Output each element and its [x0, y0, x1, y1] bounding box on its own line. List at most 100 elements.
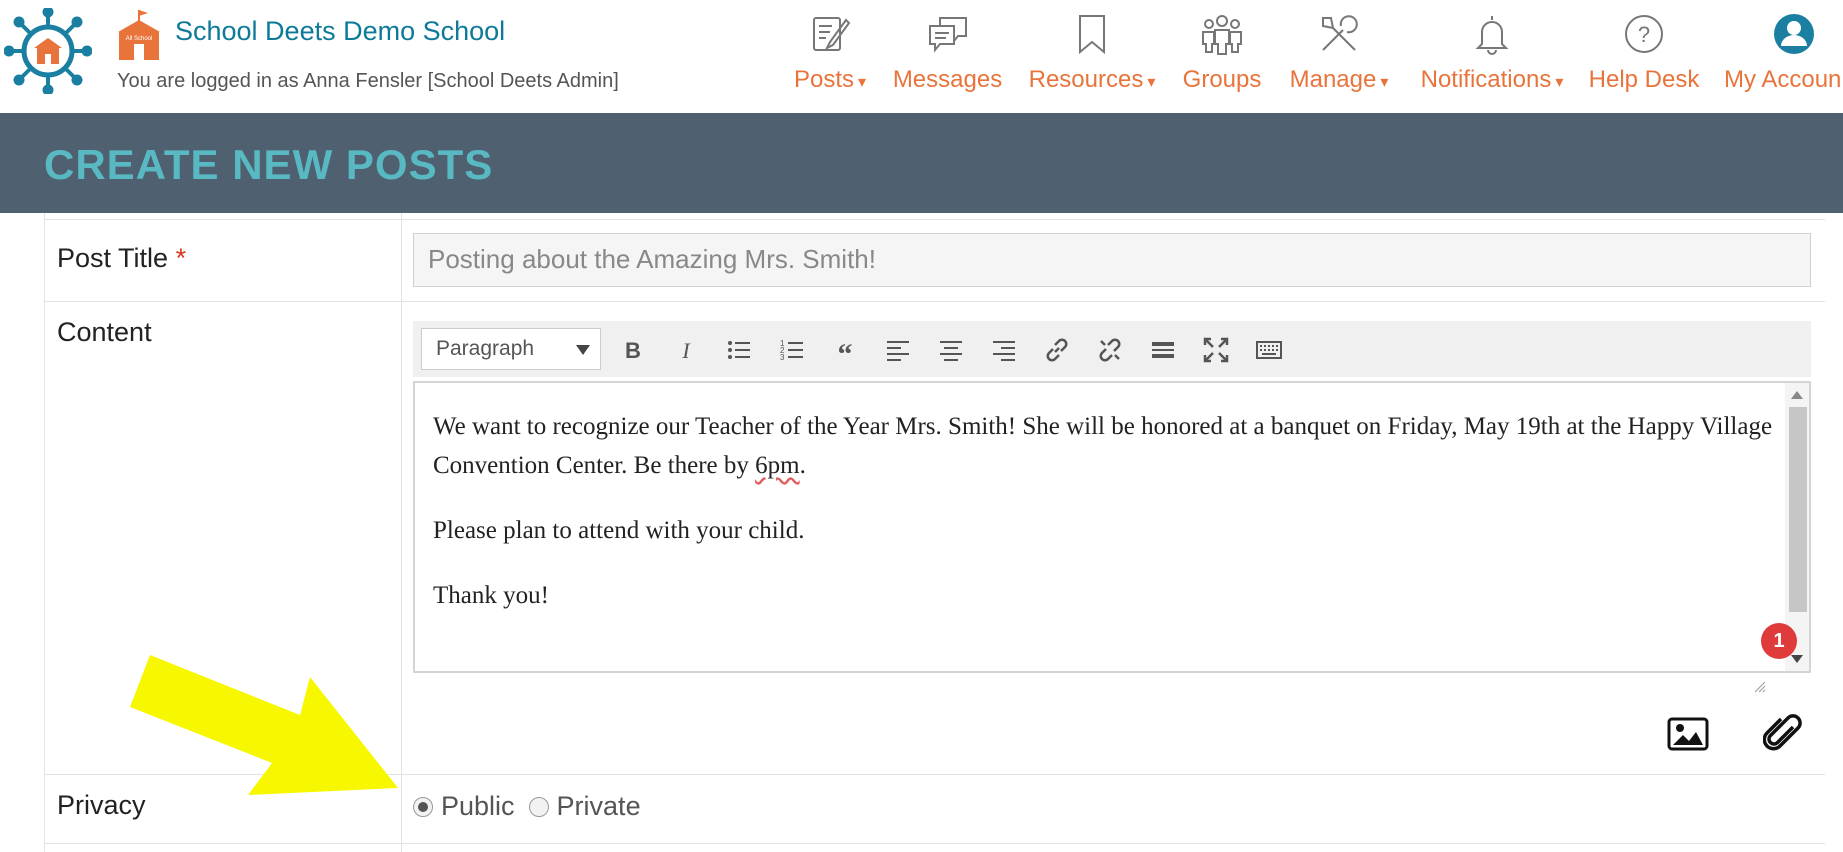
editor-body[interactable]: We want to recognize our Teacher of the …: [433, 407, 1773, 641]
insert-link-button[interactable]: [1040, 333, 1074, 367]
resize-handle-icon[interactable]: [1752, 679, 1766, 693]
bookmark-icon: [1079, 15, 1105, 55]
numbered-list-icon: 1 2 3: [780, 339, 803, 362]
nav-notifications[interactable]: Notifications ▾: [1417, 12, 1567, 102]
attach-file-button[interactable]: [1762, 713, 1805, 755]
image-icon: [1667, 717, 1709, 751]
post-title-label: Post Title *: [57, 243, 186, 274]
tools-icon: [1322, 15, 1358, 51]
format-select-value: Paragraph: [436, 337, 535, 360]
svg-text:B: B: [625, 338, 641, 363]
post-title-input[interactable]: Posting about the Amazing Mrs. Smith!: [413, 233, 1811, 287]
horizontal-rule-icon: [1152, 342, 1174, 358]
nav-messages-label: Messages: [892, 66, 1003, 93]
scroll-thumb[interactable]: [1789, 407, 1807, 612]
bullet-list-icon: [728, 341, 750, 359]
align-left-button[interactable]: [881, 333, 915, 367]
privacy-options: Public Private: [413, 791, 655, 822]
page-title: CREATE NEW POSTS: [44, 141, 494, 188]
public-radio-label: Public: [441, 791, 515, 821]
nav-manage[interactable]: Manage ▾: [1287, 12, 1391, 102]
yellow-annotation-arrow: [130, 655, 398, 795]
nav-resources-caret: ▾: [1147, 74, 1156, 91]
svg-text:?: ?: [1638, 22, 1650, 47]
people-icon: [1202, 15, 1242, 55]
nav-posts-label: Posts: [793, 66, 854, 93]
chevron-down-icon: [576, 345, 590, 355]
italic-button[interactable]: I: [669, 333, 703, 367]
align-left-icon: [887, 341, 909, 361]
bullet-list-button[interactable]: [722, 333, 756, 367]
scroll-up-arrow-icon[interactable]: [1791, 391, 1803, 399]
content-paragraph: Thank you!: [433, 582, 549, 609]
paperclip-icon: [1762, 714, 1802, 751]
insert-image-button[interactable]: [1667, 713, 1709, 755]
svg-text:I: I: [681, 338, 691, 363]
row-divider: [45, 843, 1825, 844]
nav-posts[interactable]: Posts ▾: [793, 12, 867, 102]
numbered-list-button[interactable]: 1 2 3: [775, 333, 809, 367]
nav-messages[interactable]: Messages: [892, 12, 1003, 102]
main-nav: Posts ▾ Messages Resources ▾ Groups Mana…: [0, 12, 1843, 102]
unlink-button[interactable]: [1093, 333, 1127, 367]
bell-icon: [1475, 16, 1509, 55]
nav-posts-caret: ▾: [858, 74, 867, 91]
link-icon: [1046, 338, 1068, 362]
align-center-icon: [940, 341, 962, 361]
spellcheck-word[interactable]: 6pm: [755, 452, 799, 479]
private-radio[interactable]: [528, 796, 549, 817]
nav-resources-label: Resources: [1028, 66, 1144, 93]
page-title-bar: CREATE NEW POSTS: [0, 113, 1843, 213]
content-paragraph: We want to recognize our Teacher of the …: [433, 407, 1773, 485]
row-divider: [45, 219, 1825, 220]
align-center-button[interactable]: [934, 333, 968, 367]
nav-resources[interactable]: Resources ▾: [1027, 12, 1157, 102]
nav-groups[interactable]: Groups: [1183, 12, 1261, 102]
content-text: .: [799, 452, 806, 479]
svg-text:3: 3: [780, 353, 785, 362]
nav-manage-caret: ▾: [1380, 74, 1389, 91]
nav-help-desk[interactable]: ? Help Desk: [1589, 12, 1699, 102]
nav-notifications-caret: ▾: [1555, 74, 1564, 91]
align-right-button[interactable]: [987, 333, 1021, 367]
fullscreen-icon: [1203, 337, 1229, 363]
unlink-icon: [1099, 338, 1121, 362]
align-right-icon: [993, 341, 1015, 361]
keyboard-shortcuts-button[interactable]: [1252, 333, 1286, 367]
privacy-public-option[interactable]: Public: [413, 791, 515, 822]
privacy-private-option[interactable]: Private: [528, 791, 641, 822]
nav-help-desk-label: Help Desk: [1588, 66, 1700, 93]
row-divider: [45, 301, 1825, 302]
user-avatar-icon: [1774, 14, 1814, 54]
bold-button[interactable]: B: [616, 333, 650, 367]
nav-manage-label: Manage: [1289, 66, 1377, 93]
svg-text:“: “: [838, 338, 853, 364]
nav-groups-label: Groups: [1182, 66, 1262, 93]
edit-icon: [813, 17, 851, 51]
blockquote-icon: “: [838, 338, 853, 364]
question-icon: ?: [1625, 15, 1663, 53]
paragraph-format-select[interactable]: Paragraph: [421, 328, 601, 370]
chat-bubbles-icon: [928, 17, 967, 53]
bold-icon: B: [625, 338, 641, 363]
private-radio-label: Private: [556, 791, 641, 821]
public-radio[interactable]: [413, 796, 433, 817]
horizontal-rule-button[interactable]: [1146, 333, 1180, 367]
nav-my-account-label: My Accoun: [1724, 66, 1842, 93]
notification-count-badge[interactable]: 1: [1761, 623, 1797, 659]
nav-notifications-label: Notifications: [1420, 66, 1552, 93]
nav-my-account[interactable]: My Accoun: [1724, 12, 1843, 102]
italic-icon: I: [681, 338, 691, 363]
required-marker: *: [175, 243, 187, 273]
fullscreen-button[interactable]: [1199, 333, 1233, 367]
editor-toolbar: Paragraph B I 1 2 3 “: [413, 321, 1811, 377]
scroll-down-arrow-icon[interactable]: [1791, 655, 1803, 663]
keyboard-icon: [1256, 341, 1282, 359]
content-text: We want to recognize our Teacher of the …: [433, 413, 1773, 479]
blockquote-button[interactable]: “: [828, 333, 862, 367]
content-label: Content: [57, 317, 152, 347]
post-title-label-text: Post Title: [57, 243, 169, 273]
top-header: All School School Deets Demo School You …: [0, 0, 1843, 113]
content-editor[interactable]: We want to recognize our Teacher of the …: [413, 381, 1811, 673]
content-paragraph: Please plan to attend with your child.: [433, 517, 805, 544]
